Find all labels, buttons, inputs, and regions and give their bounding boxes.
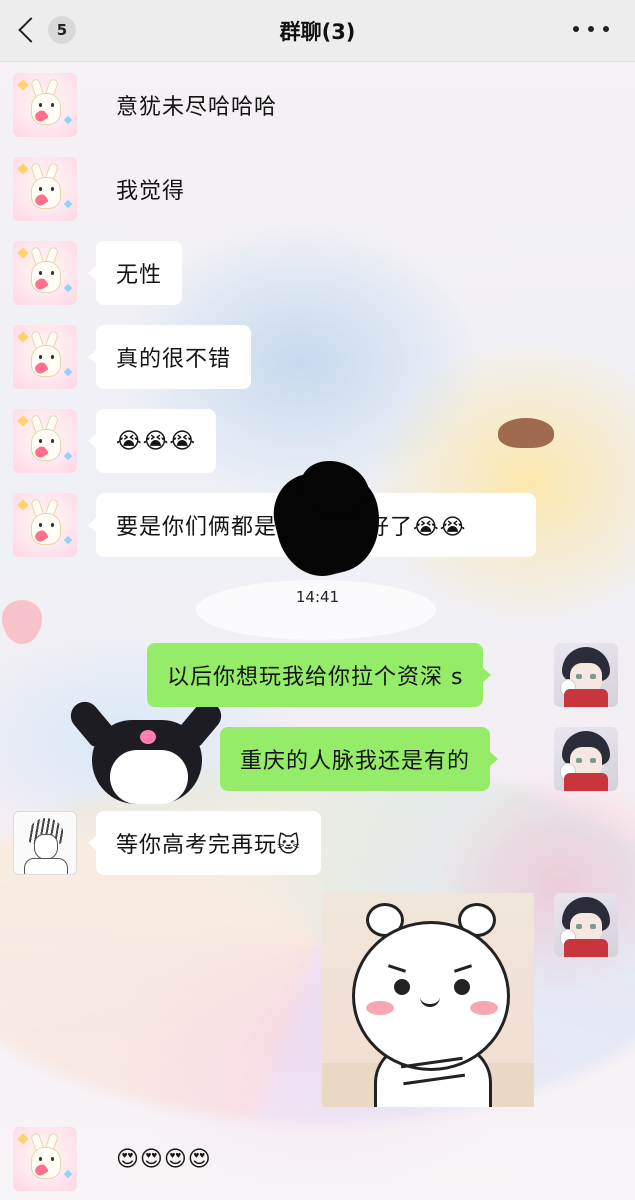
message-bubble[interactable]: 😭😭😭 — [87, 409, 217, 473]
chevron-left-icon — [18, 17, 44, 43]
sender-avatar[interactable] — [13, 325, 77, 389]
wallpaper-character-hat — [498, 418, 554, 448]
sender-avatar[interactable] — [13, 1127, 77, 1191]
message-bubble[interactable]: 无性 — [87, 241, 183, 305]
back-button[interactable]: 5 — [14, 12, 84, 48]
sender-avatar[interactable] — [13, 409, 77, 473]
message-bubble[interactable]: 我觉得 — [96, 157, 205, 221]
message-bubble[interactable]: 等你高考完再玩🐱 — [88, 811, 321, 875]
message-bubble-outgoing[interactable]: 以后你想玩我给你拉个资深 s — [147, 643, 492, 707]
message-text-before: 要是你们俩都是 — [116, 515, 278, 540]
self-avatar[interactable] — [554, 643, 618, 707]
self-avatar[interactable] — [554, 727, 618, 791]
more-dots-icon — [588, 26, 594, 32]
crying-emoji: 😭😭😭 — [116, 428, 197, 454]
sticker-image[interactable] — [322, 893, 534, 1107]
more-dots-icon — [573, 26, 579, 32]
sender-avatar[interactable] — [13, 493, 77, 557]
unread-count-badge: 5 — [48, 16, 76, 44]
sender-avatar[interactable] — [13, 157, 77, 221]
sender-avatar[interactable] — [13, 811, 77, 875]
more-options-button[interactable] — [573, 22, 609, 36]
message-bubble-outgoing[interactable]: 重庆的人脉我还是有的 — [220, 727, 499, 791]
self-avatar[interactable] — [554, 893, 618, 957]
more-dots-icon — [603, 26, 609, 32]
message-bubble[interactable]: 😍😍😍😍 — [96, 1127, 232, 1191]
sender-avatar[interactable] — [13, 241, 77, 305]
wallpaper-character-kuromi — [65, 696, 227, 810]
sender-avatar[interactable] — [13, 73, 77, 137]
heart-eyes-emoji: 😍😍😍😍 — [116, 1146, 212, 1172]
chat-header: 5 群聊(3) — [0, 0, 635, 62]
message-timestamp: 14:41 — [295, 588, 340, 606]
message-bubble[interactable]: 真的很不错 — [87, 325, 252, 389]
chat-title: 群聊(3) — [279, 19, 356, 44]
message-bubble[interactable]: 意犹未尽哈哈哈 — [96, 73, 297, 137]
